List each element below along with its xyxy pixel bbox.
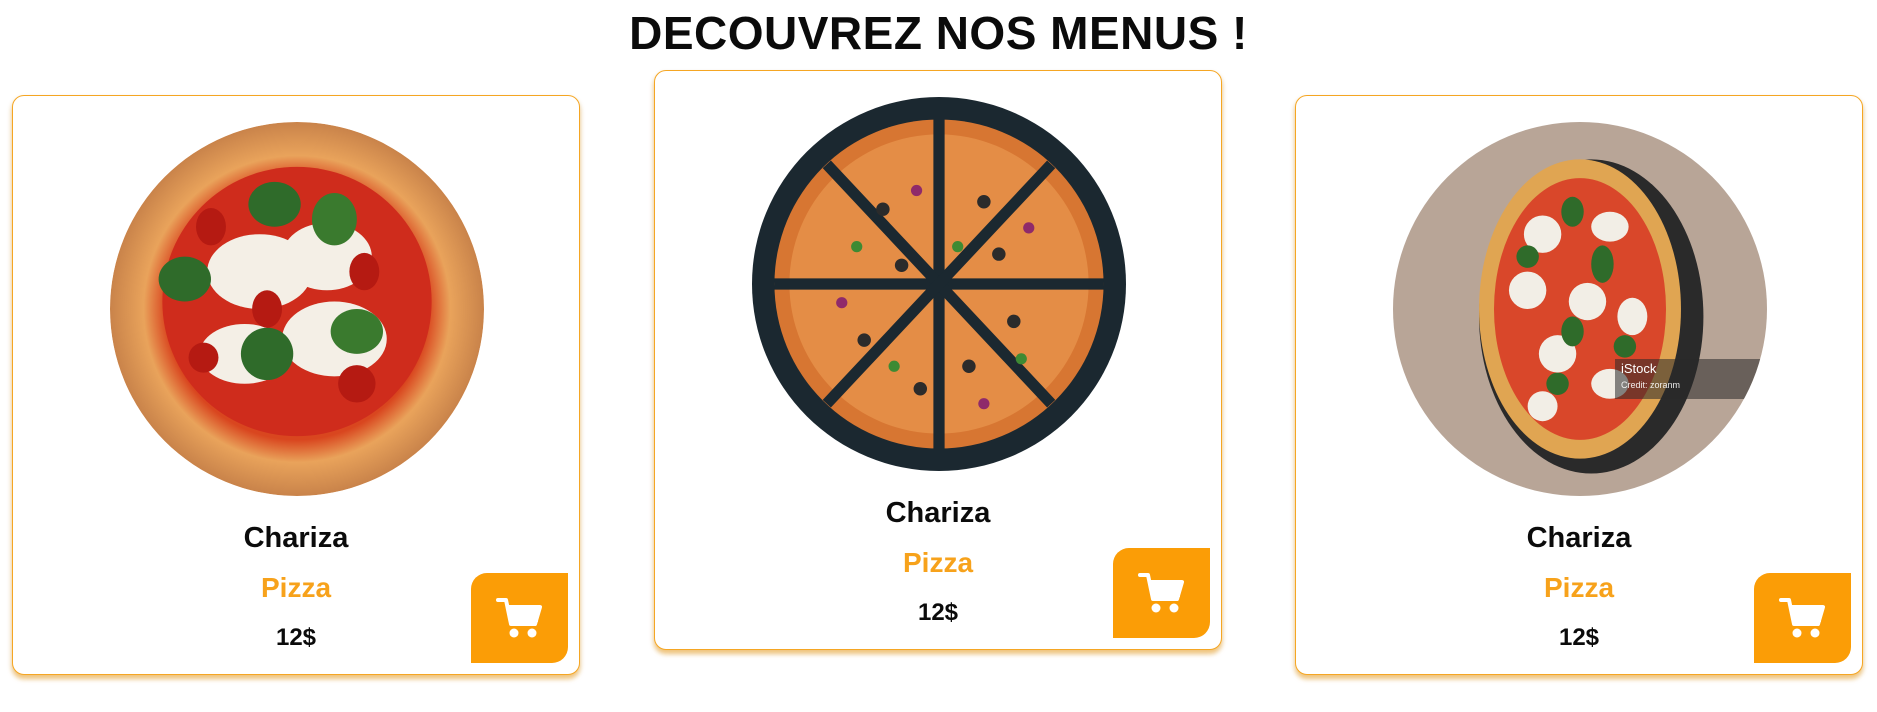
page-title: DECOUVREZ NOS MENUS ! — [629, 7, 1248, 59]
product-name: Chariza — [1526, 522, 1632, 554]
pizza-image: iStock Credit: zoranm — [1393, 122, 1767, 496]
menu-page: DECOUVREZ NOS MENUS ! Chariza Pizza 12$ … — [0, 0, 1877, 712]
add-to-cart-button[interactable] — [1754, 573, 1851, 663]
product-name: Chariza — [885, 497, 991, 529]
shopping-cart-icon — [1778, 598, 1825, 638]
menu-card[interactable]: iStock Credit: zoranm Chariza Pizza 12$ — [1295, 95, 1863, 675]
add-to-cart-button[interactable] — [471, 573, 568, 663]
shopping-cart-icon — [1137, 573, 1184, 613]
product-name: Chariza — [243, 522, 349, 554]
pizza-image — [752, 97, 1126, 471]
menu-card[interactable]: Chariza Pizza 12$ — [654, 70, 1222, 650]
menu-card[interactable]: Chariza Pizza 12$ — [12, 95, 580, 675]
istock-watermark: iStock Credit: zoranm — [1615, 359, 1765, 399]
shopping-cart-icon — [495, 598, 542, 638]
pizza-image — [110, 122, 484, 496]
add-to-cart-button[interactable] — [1113, 548, 1210, 638]
